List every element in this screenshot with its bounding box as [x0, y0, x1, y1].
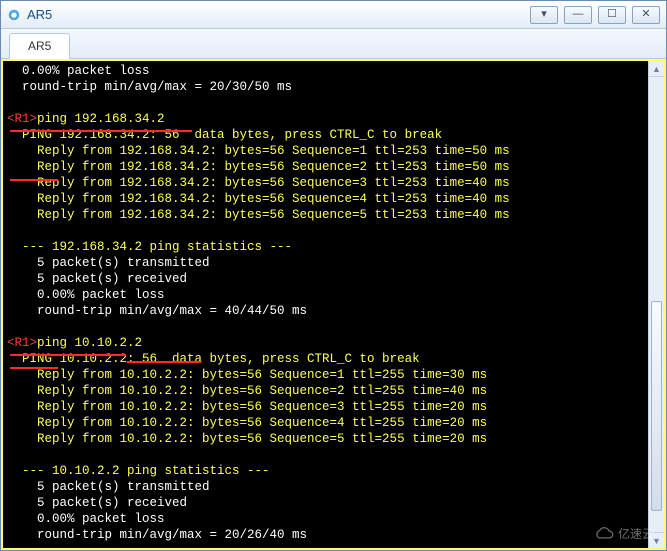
terminal-panel: 0.00% packet loss round-trip min/avg/max…: [1, 59, 666, 550]
red-annotation-line: [127, 361, 201, 363]
scroll-up-button[interactable]: ▲: [649, 61, 664, 77]
close-button[interactable]: ✕: [632, 6, 660, 24]
red-annotation-line: [10, 179, 58, 181]
maximize-button[interactable]: ☐: [598, 6, 626, 24]
scroll-thumb[interactable]: [651, 301, 662, 511]
app-window: AR5 ▾ — ☐ ✕ AR5 0.00% packet loss round-…: [0, 0, 667, 551]
titlebar[interactable]: AR5 ▾ — ☐ ✕: [1, 1, 666, 29]
terminal-output[interactable]: 0.00% packet loss round-trip min/avg/max…: [3, 61, 664, 548]
watermark-text: 亿速云: [618, 525, 654, 542]
window-controls: ▾ — ☐ ✕: [530, 6, 660, 24]
window-title: AR5: [27, 7, 52, 22]
vertical-scrollbar[interactable]: ▲ ▼: [648, 61, 664, 548]
red-annotation-line: [10, 354, 126, 356]
tab-ar5[interactable]: AR5: [9, 33, 70, 59]
watermark: 亿速云: [594, 525, 654, 542]
minimize-button[interactable]: —: [564, 6, 592, 24]
app-icon: [7, 8, 21, 22]
red-annotation-line: [10, 130, 192, 132]
cloud-icon: [594, 527, 614, 541]
more-button[interactable]: ▾: [530, 6, 558, 24]
tabstrip: AR5: [1, 29, 666, 59]
red-annotation-line: [10, 367, 58, 369]
